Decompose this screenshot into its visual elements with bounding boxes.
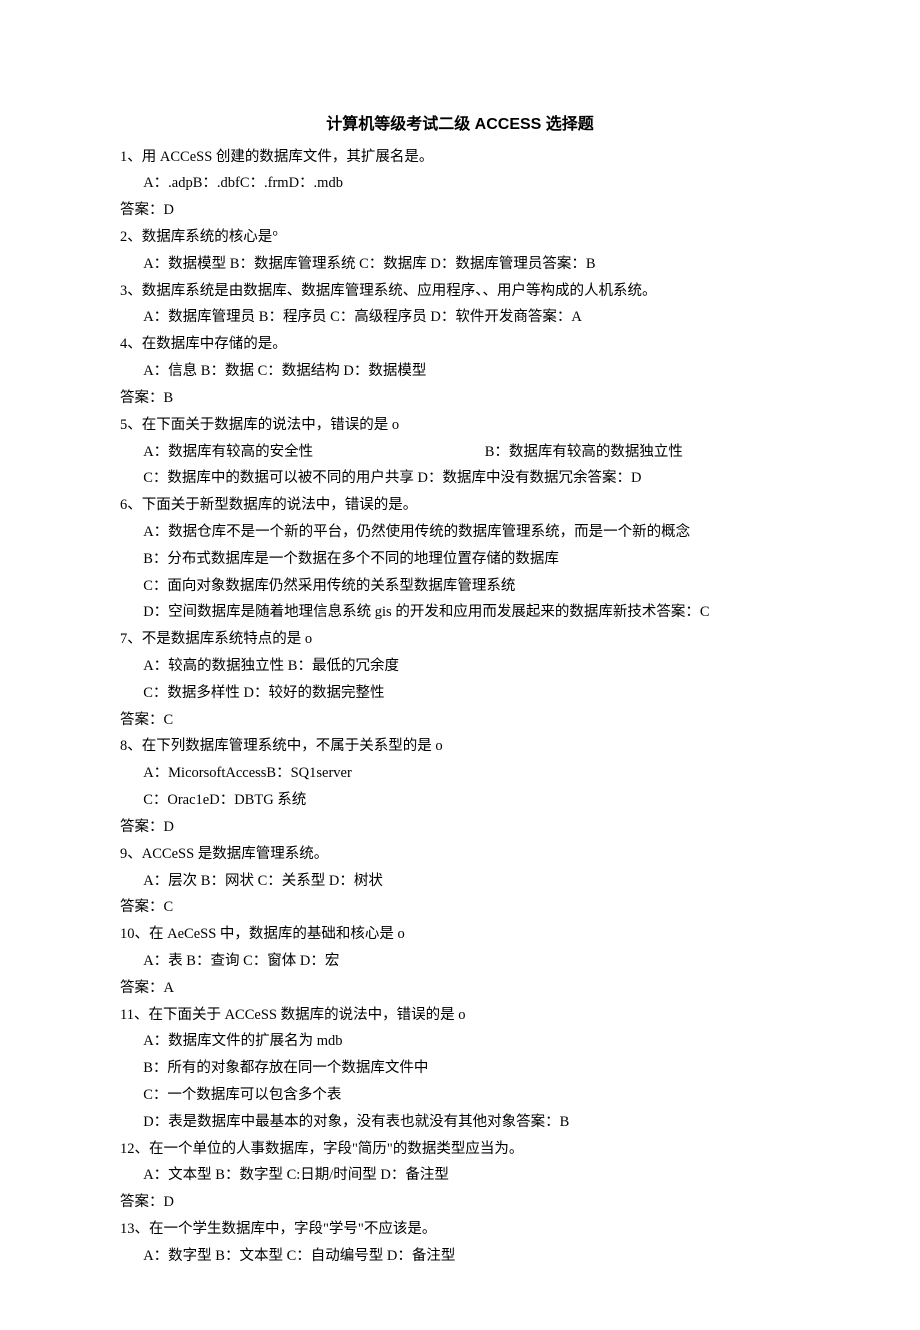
q9-answer: 答案：C xyxy=(120,894,800,921)
q13-stem: 13、在一个学生数据库中，字段"学号"不应该是。 xyxy=(120,1216,800,1243)
q7-options-cd: C：数据多样性 D：较好的数据完整性 xyxy=(120,680,800,707)
q10-stem: 10、在 AeCeSS 中，数据库的基础和核心是 o xyxy=(120,921,800,948)
q11-stem: 11、在下面关于 ACCeSS 数据库的说法中，错误的是 o xyxy=(120,1002,800,1029)
q11-option-d: D：表是数据库中最基本的对象，没有表也就没有其他对象答案：B xyxy=(120,1109,800,1136)
document-page: 计算机等级考试二级 ACCESS 选择题 1、用 ACCeSS 创建的数据库文件… xyxy=(0,0,920,1330)
q6-option-c: C：面向对象数据库仍然采用传统的关系型数据库管理系统 xyxy=(120,573,800,600)
q7-options-ab: A：较高的数据独立性 B：最低的冗余度 xyxy=(120,653,800,680)
page-title: 计算机等级考试二级 ACCESS 选择题 xyxy=(120,110,800,140)
q13-options: A：数字型 B：文本型 C：自动编号型 D：备注型 xyxy=(120,1243,800,1270)
q6-option-d: D：空间数据库是随着地理信息系统 gis 的开发和应用而发展起来的数据库新技术答… xyxy=(120,599,800,626)
q7-answer: 答案：C xyxy=(120,707,800,734)
q5-option-a: A：数据库有较高的安全性 xyxy=(143,439,485,466)
q9-options: A：层次 B：网状 C：关系型 D：树状 xyxy=(120,868,800,895)
q5-options-row1: A：数据库有较高的安全性 B：数据库有较高的数据独立性 xyxy=(120,439,800,466)
q5-options-row2: C：数据库中的数据可以被不同的用户共享 D：数据库中没有数据冗余答案：D xyxy=(120,465,800,492)
q7-stem: 7、不是数据库系统特点的是 o xyxy=(120,626,800,653)
q1-options: A：.adpB：.dbfC：.frmD：.mdb xyxy=(120,170,800,197)
q1-stem: 1、用 ACCeSS 创建的数据库文件，其扩展名是。 xyxy=(120,144,800,171)
q10-answer: 答案：A xyxy=(120,975,800,1002)
q2-options: A：数据模型 B：数据库管理系统 C：数据库 D：数据库管理员答案：B xyxy=(120,251,800,278)
q11-option-b: B：所有的对象都存放在同一个数据库文件中 xyxy=(120,1055,800,1082)
q8-stem: 8、在下列数据库管理系统中，不属于关系型的是 o xyxy=(120,733,800,760)
q12-stem: 12、在一个单位的人事数据库，字段"简历"的数据类型应当为。 xyxy=(120,1136,800,1163)
q3-options: A：数据库管理员 B：程序员 C：高级程序员 D：软件开发商答案：A xyxy=(120,304,800,331)
q11-option-a: A：数据库文件的扩展名为 mdb xyxy=(120,1028,800,1055)
q2-stem: 2、数据库系统的核心是° xyxy=(120,224,800,251)
q5-option-b: B：数据库有较高的数据独立性 xyxy=(485,439,800,466)
q9-stem: 9、ACCeSS 是数据库管理系统。 xyxy=(120,841,800,868)
q4-answer: 答案：B xyxy=(120,385,800,412)
q6-option-a: A：数据仓库不是一个新的平台，仍然使用传统的数据库管理系统，而是一个新的概念 xyxy=(120,519,800,546)
q11-option-c: C：一个数据库可以包含多个表 xyxy=(120,1082,800,1109)
q12-options: A：文本型 B：数字型 C:日期/时间型 D：备注型 xyxy=(120,1162,800,1189)
q5-stem: 5、在下面关于数据库的说法中，错误的是 o xyxy=(120,412,800,439)
q8-answer: 答案：D xyxy=(120,814,800,841)
q8-options-ab: A：MicorsoftAccessB：SQ1server xyxy=(120,760,800,787)
q10-options: A：表 B：查询 C：窗体 D：宏 xyxy=(120,948,800,975)
q12-answer: 答案：D xyxy=(120,1189,800,1216)
q4-options: A：信息 B：数据 C：数据结构 D：数据模型 xyxy=(120,358,800,385)
q3-stem: 3、数据库系统是由数据库、数据库管理系统、应用程序、、用户等构成的人机系统。 xyxy=(120,278,800,305)
q6-stem: 6、下面关于新型数据库的说法中，错误的是。 xyxy=(120,492,800,519)
q8-options-cd: C：Orac1eD：DBTG 系统 xyxy=(120,787,800,814)
q1-answer: 答案：D xyxy=(120,197,800,224)
q4-stem: 4、在数据库中存储的是。 xyxy=(120,331,800,358)
q6-option-b: B：分布式数据库是一个数据在多个不同的地理位置存储的数据库 xyxy=(120,546,800,573)
